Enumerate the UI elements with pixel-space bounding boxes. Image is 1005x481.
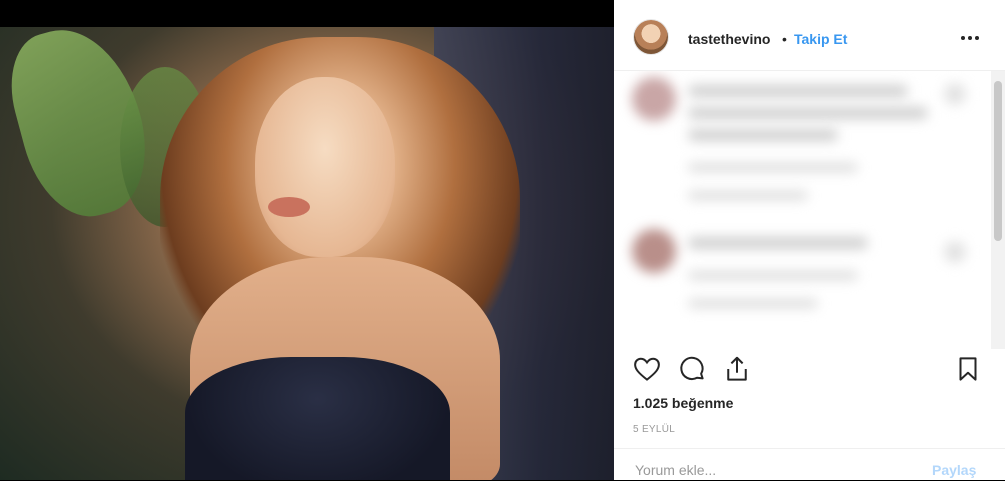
follow-button[interactable]: Takip Et: [794, 31, 847, 47]
more-options-icon[interactable]: [958, 26, 982, 50]
comment-like-blurred: [944, 241, 966, 263]
comment-text-blurred: [688, 237, 868, 249]
comment-reply-blurred: [688, 191, 808, 200]
photo-lips: [268, 197, 310, 217]
likes-count[interactable]: 1.025 beğenme: [633, 395, 733, 411]
comment-text-blurred: [688, 129, 838, 141]
comment-meta-blurred: [688, 271, 858, 280]
comment-meta-blurred: [688, 163, 858, 172]
comment-like-blurred: [944, 83, 966, 105]
comment-input[interactable]: [633, 461, 917, 479]
username-link[interactable]: tastethevino: [688, 31, 770, 47]
comment-reply-blurred: [688, 299, 818, 308]
comments-list-blurred[interactable]: [614, 71, 1005, 349]
share-icon[interactable]: [722, 354, 752, 384]
avatar[interactable]: [634, 20, 668, 54]
post-side-panel: tastethevino • Takip Et 1.025 beğenme 5 …: [614, 0, 1005, 480]
post-header: tastethevino • Takip Et: [614, 0, 1005, 71]
comment-icon[interactable]: [677, 354, 707, 384]
header-separator: •: [782, 31, 787, 47]
heart-icon[interactable]: [632, 354, 662, 384]
scrollbar-thumb[interactable]: [994, 81, 1002, 241]
post-date[interactable]: 5 EYLÜL: [633, 424, 675, 435]
photo-face: [255, 77, 395, 257]
photo-lace-top: [185, 357, 450, 480]
action-bar: [614, 350, 1005, 390]
comment-text-blurred: [688, 85, 908, 97]
comment-avatar: [632, 77, 676, 121]
post-photo[interactable]: [0, 27, 614, 480]
bookmark-icon[interactable]: [953, 354, 983, 384]
add-comment-bar: Paylaş: [614, 448, 1005, 481]
comment-avatar: [632, 229, 676, 273]
comment-text-blurred: [688, 107, 928, 119]
comments-scrollbar[interactable]: [991, 71, 1005, 349]
post-comment-button[interactable]: Paylaş: [932, 462, 976, 478]
